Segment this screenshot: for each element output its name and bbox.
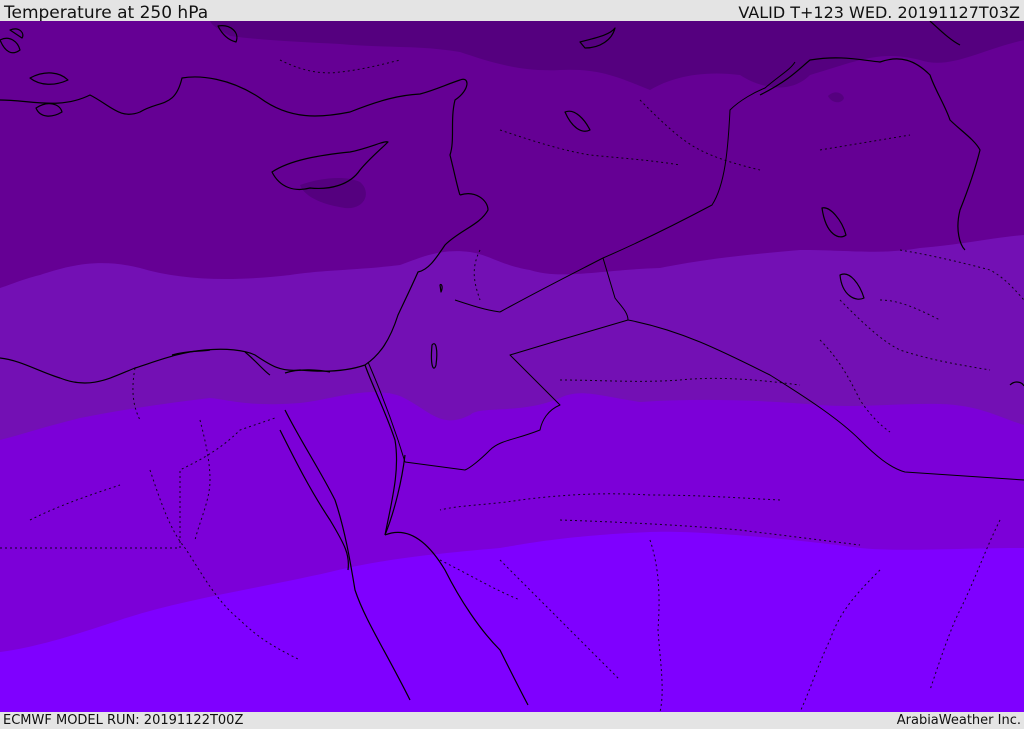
header-bar: Temperature at 250 hPa VALID T+123 WED. … [0,0,1024,23]
temperature-map[interactable] [0,21,1024,712]
valid-time-label: VALID T+123 WED. 20191127T03Z [738,3,1020,22]
credit-label: ArabiaWeather Inc. [896,713,1021,728]
footer-bar: ECMWF MODEL RUN: 20191122T00Z ArabiaWeat… [0,712,1024,729]
model-run-label: ECMWF MODEL RUN: 20191122T00Z [3,713,244,728]
chart-title: Temperature at 250 hPa [4,3,209,23]
